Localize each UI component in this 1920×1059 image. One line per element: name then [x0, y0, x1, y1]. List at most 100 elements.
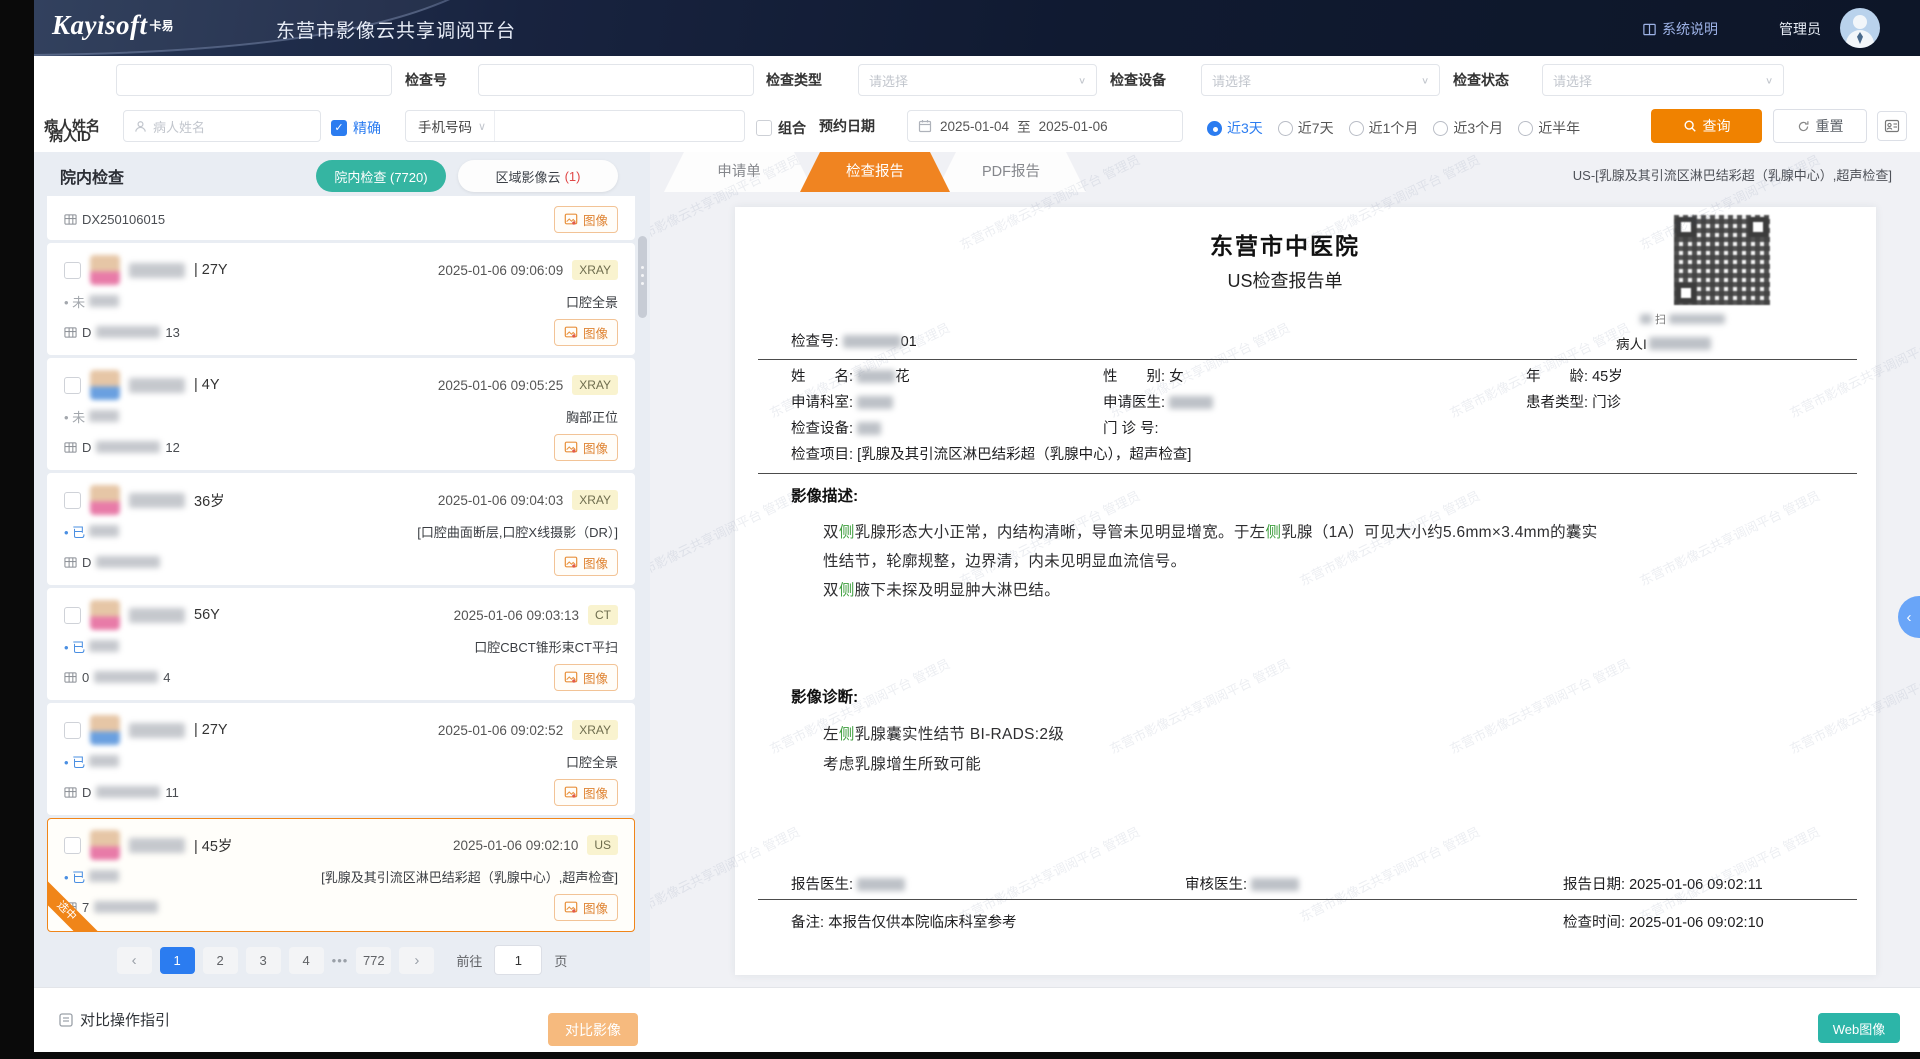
radio-icon [1278, 121, 1293, 136]
panel-resize-handle[interactable] [638, 236, 647, 318]
patient-age: | 45岁 [194, 835, 232, 856]
radio-icon [1518, 121, 1533, 136]
item-checkbox[interactable] [64, 607, 81, 624]
read-status: • 已 [64, 522, 119, 541]
person-icon [134, 120, 147, 133]
exam-description: 口腔CBCT锥形束CT平扫 [474, 637, 618, 656]
image-button[interactable]: 图像 [554, 434, 618, 461]
quick-range-radio[interactable]: 近1个月 [1349, 118, 1419, 138]
page-button-772[interactable]: 772 [356, 947, 391, 974]
combine-checkbox[interactable]: 组合 [756, 118, 806, 138]
exam-time: 2025-01-06 09:05:25 [438, 378, 563, 393]
radio-icon [1349, 121, 1364, 136]
page-button-3[interactable]: 3 [246, 947, 281, 974]
exam-description: 口腔全景 [566, 752, 618, 771]
tab-检查报告[interactable]: 检查报告 [800, 152, 950, 192]
exam-no-input[interactable] [478, 64, 754, 96]
image-icon [564, 212, 578, 226]
quick-range-radio[interactable]: 近半年 [1518, 118, 1580, 138]
quick-range-radio[interactable]: 近3天 [1207, 118, 1263, 138]
date-start-value: 2025-01-04 [940, 119, 1009, 134]
radio-icon [1207, 121, 1222, 136]
tab-申请单[interactable]: 申请单 [664, 152, 814, 192]
read-status: • 已 [64, 752, 119, 771]
exam-description: 胸部正位 [566, 407, 618, 426]
list-item[interactable]: | 27Y2025-01-06 09:02:52XRAY• 已口腔全景D11图像 [47, 703, 635, 815]
compare-images-button[interactable]: 对比影像 [548, 1013, 638, 1046]
exact-match-checkbox[interactable]: ✓精确 [331, 118, 381, 138]
read-status: • 未 [64, 407, 119, 426]
reset-button[interactable]: 重置 [1773, 109, 1867, 143]
status-select[interactable]: 请选择∨ [1542, 64, 1784, 96]
quick-range-radio[interactable]: 近3个月 [1433, 118, 1503, 138]
item-checkbox[interactable] [64, 377, 81, 394]
patient-id-input[interactable] [116, 64, 392, 96]
image-button[interactable]: 图像 [554, 549, 618, 576]
search-button[interactable]: 查询 [1651, 109, 1762, 143]
exam-type-select[interactable]: 请选择∨ [858, 64, 1097, 96]
report-panel: 申请单检查报告PDF报告 US-[乳腺及其引流区淋巴结彩超（乳腺中心）,超声检查… [650, 152, 1920, 988]
quick-range-radio[interactable]: 近7天 [1278, 118, 1334, 138]
qr-code [1674, 215, 1770, 305]
current-user-label[interactable]: 管理员 [1779, 19, 1821, 39]
list-item[interactable]: | 27Y2025-01-06 09:06:09XRAY• 未口腔全景D13图像 [47, 243, 635, 355]
phone-type-select[interactable]: 手机号码∨ [406, 111, 495, 141]
date-range-input[interactable]: 2025-01-04 至 2025-01-06 [907, 110, 1183, 142]
tab-hospital-exams[interactable]: 院内检查 (7720) [316, 160, 446, 192]
list-item-partial[interactable]: DX250106015图像 [47, 196, 635, 240]
search-icon [1683, 119, 1697, 133]
image-button[interactable]: 图像 [554, 664, 618, 691]
device-select[interactable]: 请选择∨ [1201, 64, 1440, 96]
date-end-value: 2025-01-06 [1039, 119, 1108, 134]
modality-badge: US [587, 835, 618, 855]
advanced-view-button[interactable] [1877, 111, 1907, 141]
sidebar-title: 院内检查 [60, 164, 124, 188]
hospital-name: 东营市中医院 [735, 227, 1835, 261]
phone-compound-input[interactable]: 手机号码∨ [405, 110, 745, 142]
image-icon [564, 555, 578, 569]
patient-age: | 27Y [194, 262, 228, 278]
item-checkbox[interactable] [64, 262, 81, 279]
system-help-link[interactable]: 系统说明 [1642, 19, 1718, 39]
patient-name-blurred [129, 378, 185, 393]
image-button[interactable]: 图像 [554, 779, 618, 806]
patient-name-blurred [129, 838, 185, 853]
tab-region-cloud[interactable]: 区域影像云(1) [458, 160, 618, 192]
web-image-button[interactable]: Web图像 [1818, 1013, 1900, 1043]
page-button-1[interactable]: 1 [160, 947, 195, 974]
read-status: • 已 [64, 637, 119, 656]
page-button-4[interactable]: 4 [289, 947, 324, 974]
list-item[interactable]: | 4Y2025-01-06 09:05:25XRAY• 未胸部正位D12图像 [47, 358, 635, 470]
divider [758, 899, 1857, 900]
avatar[interactable] [1840, 8, 1880, 48]
read-status: • 已 [64, 867, 119, 886]
modality-badge: CT [588, 605, 618, 625]
search-filter-panel: 病人ID 检查号 检查类型 请选择∨ 检查设备 请选择∨ 检查状态 请选择∨ 病… [34, 56, 1920, 153]
device-row: 检查设备: 门 诊 号: [735, 417, 1876, 441]
item-checkbox[interactable] [64, 492, 81, 509]
prev-page-button[interactable]: ‹ [117, 947, 152, 974]
diagnosis-title: 影像诊断: [791, 685, 858, 707]
list-item[interactable]: 36岁2025-01-06 09:04:03XRAY• 已[口腔曲面断层,口腔X… [47, 473, 635, 585]
goto-page-input[interactable] [494, 945, 542, 975]
exam-type-label: 检查类型 [766, 64, 822, 96]
next-page-button[interactable]: › [399, 947, 434, 974]
patient-name-label: 病人姓名 [44, 110, 100, 142]
patient-name-input[interactable]: 病人姓名 [123, 110, 321, 142]
list-item-selected[interactable]: | 45岁2025-01-06 09:02:10US• 已[乳腺及其引流区淋巴结… [47, 818, 635, 932]
calendar-icon [918, 119, 932, 133]
image-button[interactable]: 图像 [554, 206, 618, 233]
page-title: 东营市影像云共享调阅平台 [276, 16, 516, 43]
chevron-down-icon: ∨ [478, 120, 486, 133]
item-checkbox[interactable] [64, 837, 81, 854]
patient-age: | 4Y [194, 377, 220, 393]
image-button[interactable]: 图像 [554, 319, 618, 346]
tab-PDF报告[interactable]: PDF报告 [936, 152, 1086, 192]
page-button-2[interactable]: 2 [203, 947, 238, 974]
item-checkbox[interactable] [64, 722, 81, 739]
compare-guide-link[interactable]: 对比操作指引 [58, 1009, 170, 1030]
list-item[interactable]: 56Y2025-01-06 09:03:13CT• 已口腔CBCT锥形束CT平扫… [47, 588, 635, 700]
image-button[interactable]: 图像 [554, 894, 618, 921]
page-ellipsis[interactable]: ••• [332, 953, 349, 968]
pagination: ‹1234•••772›前往页 [34, 945, 650, 975]
